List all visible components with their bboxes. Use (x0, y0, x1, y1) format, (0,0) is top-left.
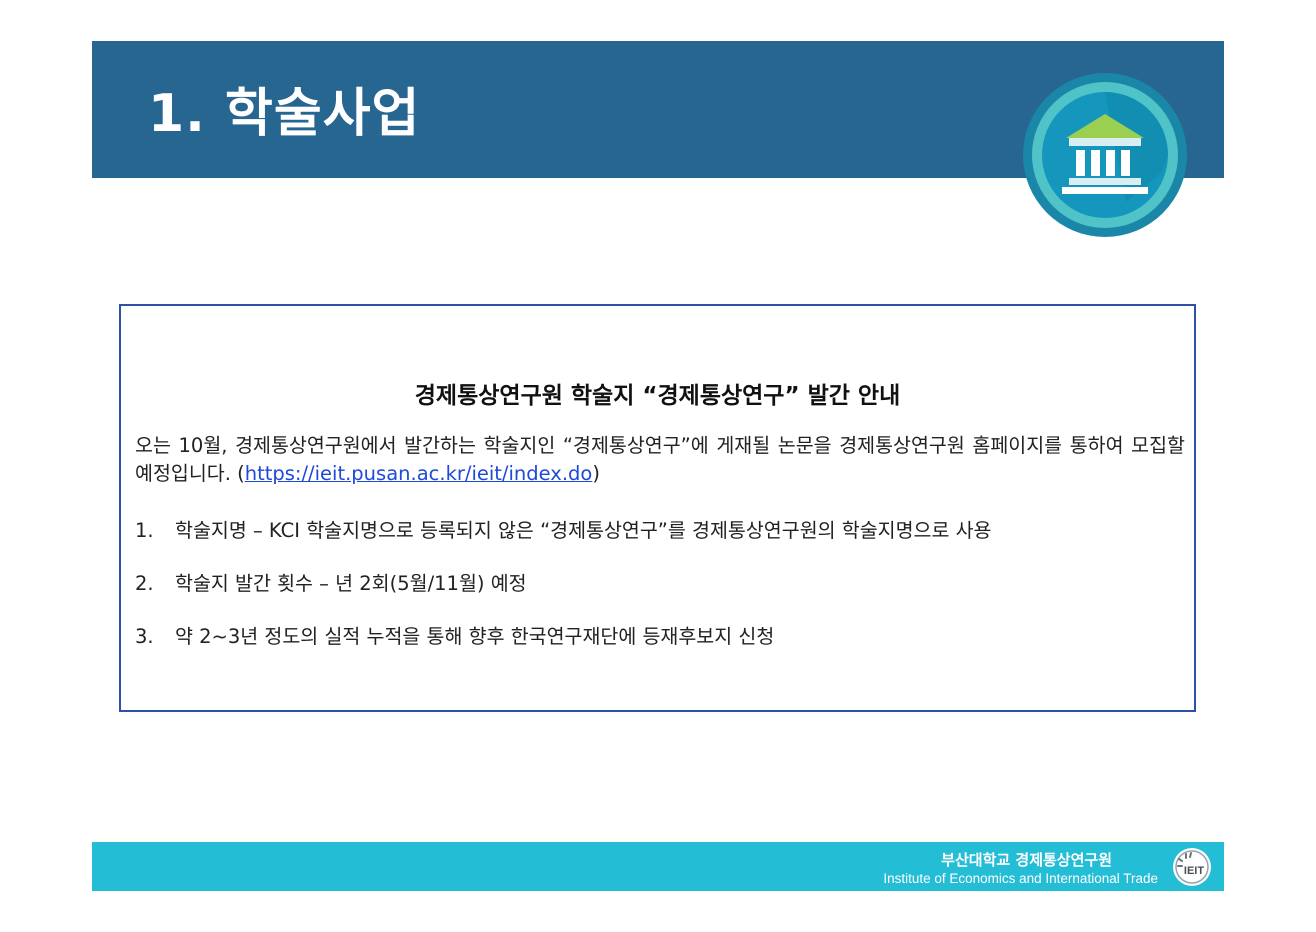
list-item: 2. 학술지 발간 횟수 – 년 2회(5월/11월) 예정 (135, 567, 527, 596)
list-item: 1. 학술지명 – KCI 학술지명으로 등록되지 않은 “경제통상연구”를 경제… (135, 514, 992, 543)
ieit-logo-icon: IEIT (1173, 848, 1211, 886)
notice-box: 경제통상연구원 학술지 “경제통상연구” 발간 안내 오는 10월, 경제통상연… (119, 304, 1196, 712)
footer-bar: 부산대학교 경제통상연구원 Institute of Economics and… (92, 842, 1224, 891)
list-item-text: 학술지 발간 횟수 – 년 2회(5월/11월) 예정 (175, 572, 527, 595)
list-item-text: 약 2~3년 정도의 실적 누적을 통해 향후 한국연구재단에 등재후보지 신청 (175, 625, 775, 648)
list-item-number: 1. (135, 519, 154, 542)
list-item-text: 학술지명 – KCI 학술지명으로 등록되지 않은 “경제통상연구”를 경제통상… (175, 519, 992, 542)
notice-title: 경제통상연구원 학술지 “경제통상연구” 발간 안내 (414, 383, 901, 409)
svg-text:IEIT: IEIT (1184, 865, 1204, 877)
list-item-number: 3. (135, 625, 154, 648)
footer-org-korean: 부산대학교 경제통상연구원 (941, 851, 1112, 869)
footer-org-english: Institute of Economics and International… (883, 871, 1158, 886)
page-title: 1. 학술사업 (148, 84, 421, 144)
notice-intro: 오는 10월, 경제통상연구원에서 발간하는 학술지인 “경제통상연구”에 게재… (135, 432, 1185, 488)
intro-close: ) (592, 462, 600, 485)
list-item-number: 2. (135, 572, 154, 595)
list-item: 3. 약 2~3년 정도의 실적 누적을 통해 향후 한국연구재단에 등재후보지 … (135, 620, 774, 649)
homepage-link[interactable]: https://ieit.pusan.ac.kr/ieit/index.do (245, 462, 593, 485)
building-columns-icon (1023, 73, 1187, 237)
